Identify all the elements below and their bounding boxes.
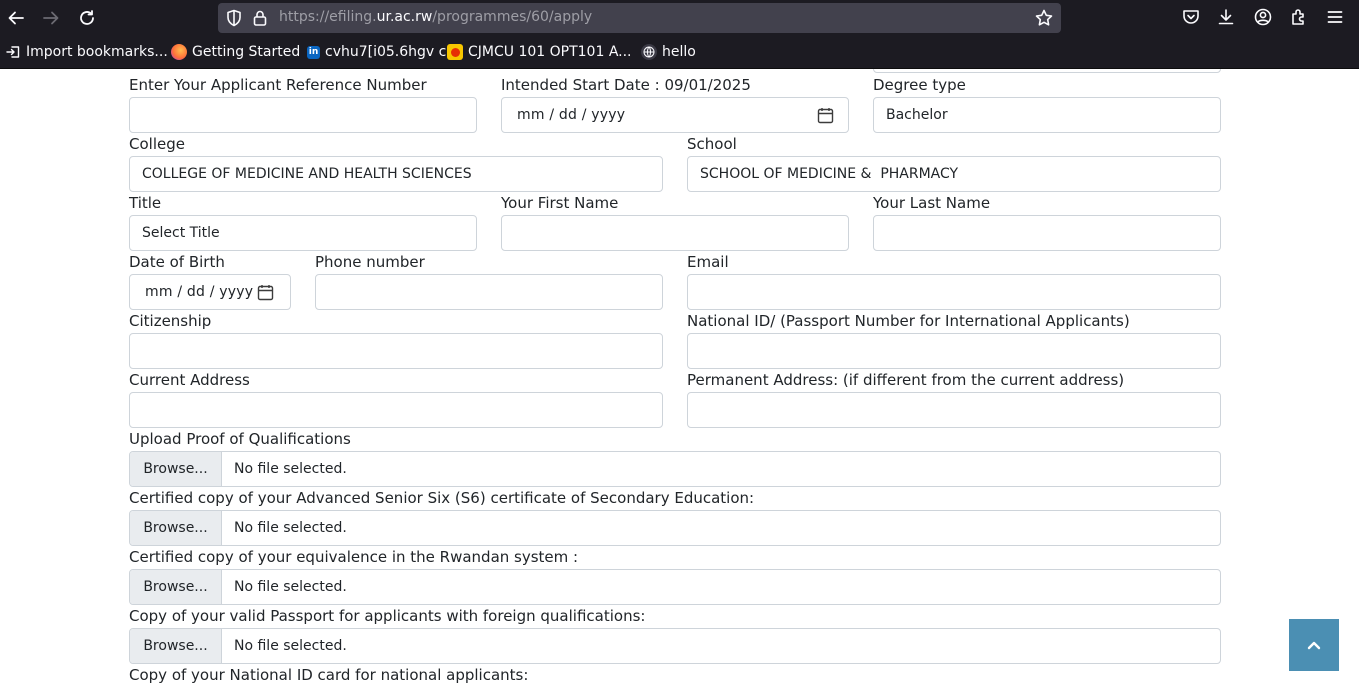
degree-type-label: Degree type bbox=[873, 76, 966, 94]
bookmark-label: Import bookmarks... bbox=[26, 44, 168, 60]
reload-icon bbox=[80, 10, 94, 25]
school-value: SCHOOL OF MEDICINE & PHARMACY bbox=[700, 166, 959, 182]
bookmark-import[interactable]: Import bookmarks... bbox=[5, 44, 168, 60]
back-to-top-button[interactable] bbox=[1289, 619, 1339, 671]
start-date-placeholder: mm / dd / yyyy bbox=[517, 107, 626, 123]
upload-label: Upload Proof of Qualifications bbox=[129, 430, 351, 448]
browse-button[interactable]: Browse... bbox=[130, 629, 222, 663]
bookmark-hello[interactable]: hello bbox=[641, 44, 696, 60]
date-of-birth-label: Date of Birth bbox=[129, 253, 225, 271]
current-address-label: Current Address bbox=[129, 371, 250, 389]
bookmark-label: hello bbox=[662, 44, 696, 60]
last-name-input[interactable] bbox=[873, 215, 1221, 251]
citizenship-input[interactable] bbox=[129, 333, 663, 369]
application-form-page: Enter Your Applicant Reference Number In… bbox=[0, 69, 1359, 685]
browse-button[interactable]: Browse... bbox=[130, 452, 222, 486]
forward-button[interactable] bbox=[38, 5, 64, 31]
degree-type-value: Bachelor bbox=[886, 107, 948, 123]
url-path: /programmes/60/apply bbox=[432, 9, 593, 25]
bookmark-label: cvhu7[i05.6hgv c bbox=[325, 44, 447, 60]
upload-label: Copy of your valid Passport for applican… bbox=[129, 607, 646, 625]
applicant-reference-input[interactable] bbox=[129, 97, 477, 133]
file-status: No file selected. bbox=[234, 520, 347, 536]
title-value: Select Title bbox=[142, 225, 220, 241]
reload-button[interactable] bbox=[74, 5, 100, 31]
calendar-icon[interactable] bbox=[257, 284, 274, 301]
school-select[interactable]: SCHOOL OF MEDICINE & PHARMACY bbox=[687, 156, 1221, 192]
national-id-label: National ID/ (Passport Number for Intern… bbox=[687, 312, 1130, 330]
first-name-input[interactable] bbox=[501, 215, 849, 251]
title-label: Title bbox=[129, 194, 162, 212]
linkedin-icon: in bbox=[307, 45, 320, 59]
phone-number-input[interactable] bbox=[315, 274, 663, 310]
url-text[interactable]: https://efiling.ur.ac.rw/programmes/60/a… bbox=[279, 9, 592, 25]
url-prefix: https://efiling. bbox=[279, 9, 377, 25]
lock-icon[interactable] bbox=[251, 9, 269, 27]
previous-field-bottom-edge[interactable] bbox=[873, 69, 1221, 73]
first-name-label: Your First Name bbox=[501, 194, 619, 212]
bookmark-linkedin[interactable]: in cvhu7[i05.6hgv c bbox=[307, 44, 446, 60]
email-label: Email bbox=[687, 253, 729, 271]
college-label: College bbox=[129, 135, 185, 153]
browser-chrome: https://efiling.ur.ac.rw/programmes/60/a… bbox=[0, 0, 1359, 69]
bookmark-label: Getting Started bbox=[192, 44, 301, 60]
current-address-input[interactable] bbox=[129, 392, 663, 428]
account-icon[interactable] bbox=[1253, 7, 1273, 27]
equivalence-file-input[interactable]: Browse... No file selected. bbox=[129, 569, 1221, 605]
passport-file-input[interactable]: Browse... No file selected. bbox=[129, 628, 1221, 664]
file-status: No file selected. bbox=[234, 461, 347, 477]
arrow-left-icon bbox=[8, 11, 24, 25]
bookmark-getting-started[interactable]: Getting Started bbox=[171, 44, 300, 60]
upload-label: Certified copy of your Advanced Senior S… bbox=[129, 489, 755, 507]
browse-button[interactable]: Browse... bbox=[130, 511, 222, 545]
dob-placeholder: mm / dd / yyyy bbox=[145, 284, 254, 300]
citizenship-label: Citizenship bbox=[129, 312, 212, 330]
last-name-label: Your Last Name bbox=[873, 194, 991, 212]
college-value: COLLEGE OF MEDICINE AND HEALTH SCIENCES bbox=[142, 166, 472, 182]
calendar-icon[interactable] bbox=[817, 107, 834, 124]
pocket-icon[interactable] bbox=[1181, 7, 1201, 27]
firefox-icon bbox=[171, 44, 187, 60]
national-id-input[interactable] bbox=[687, 333, 1221, 369]
school-label: School bbox=[687, 135, 737, 153]
tracking-protection-shield-icon[interactable] bbox=[225, 9, 243, 27]
arrow-right-icon bbox=[43, 11, 59, 25]
extensions-icon[interactable] bbox=[1289, 7, 1309, 27]
url-bar[interactable]: https://efiling.ur.ac.rw/programmes/60/a… bbox=[218, 3, 1061, 33]
file-status: No file selected. bbox=[234, 579, 347, 595]
date-of-birth-input[interactable]: mm / dd / yyyy bbox=[129, 274, 291, 310]
intended-start-date-input[interactable]: mm / dd / yyyy bbox=[501, 97, 849, 133]
menu-icon[interactable] bbox=[1325, 7, 1345, 27]
globe-icon bbox=[641, 44, 657, 60]
import-icon bbox=[5, 44, 21, 60]
permanent-address-input[interactable] bbox=[687, 392, 1221, 428]
applicant-reference-label: Enter Your Applicant Reference Number bbox=[129, 76, 427, 94]
email-input[interactable] bbox=[687, 274, 1221, 310]
s6-certificate-file-input[interactable]: Browse... No file selected. bbox=[129, 510, 1221, 546]
phone-number-label: Phone number bbox=[315, 253, 425, 271]
aliexpress-icon bbox=[447, 44, 463, 60]
file-status: No file selected. bbox=[234, 638, 347, 654]
downloads-icon[interactable] bbox=[1216, 7, 1236, 27]
bookmark-label: CJMCU 101 OPT101 A... bbox=[468, 44, 632, 60]
url-host: ur.ac.rw bbox=[376, 9, 433, 25]
browse-button[interactable]: Browse... bbox=[130, 570, 222, 604]
title-select[interactable]: Select Title bbox=[129, 215, 477, 251]
qualifications-file-input[interactable]: Browse... No file selected. bbox=[129, 451, 1221, 487]
degree-type-input[interactable]: Bachelor bbox=[873, 97, 1221, 133]
college-select[interactable]: COLLEGE OF MEDICINE AND HEALTH SCIENCES bbox=[129, 156, 663, 192]
chevron-up-icon bbox=[1307, 641, 1321, 650]
bookmark-star-icon[interactable] bbox=[1034, 8, 1054, 28]
upload-label: Copy of your National ID card for nation… bbox=[129, 666, 529, 684]
bookmarks-toolbar: Import bookmarks... Getting Started in c… bbox=[0, 37, 1359, 68]
back-button[interactable] bbox=[3, 5, 29, 31]
permanent-address-label: Permanent Address: (if different from th… bbox=[687, 371, 1125, 389]
upload-label: Certified copy of your equivalence in th… bbox=[129, 548, 579, 566]
bookmark-aliexpress[interactable]: CJMCU 101 OPT101 A... bbox=[447, 44, 632, 60]
intended-start-date-label: Intended Start Date : 09/01/2025 bbox=[501, 76, 751, 94]
